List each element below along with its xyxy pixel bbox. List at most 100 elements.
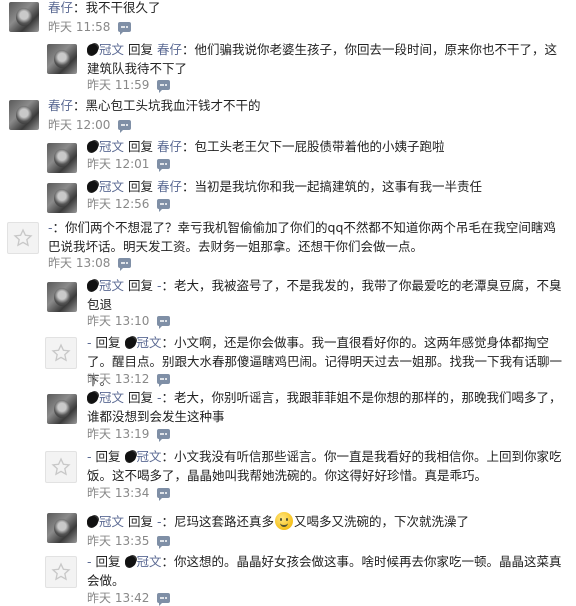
avatar[interactable]	[47, 143, 77, 173]
comment-bubble-icon[interactable]	[157, 536, 171, 549]
comment-feed: 春仔：我不干很久了 昨天 11:58 冠文 回复 春仔：他们骗我说你老婆生孩子，…	[0, 0, 576, 606]
reply-word: 回复	[128, 42, 154, 57]
timestamp: 昨天 13:08	[48, 256, 111, 270]
comment-bubble-icon[interactable]	[157, 488, 171, 501]
reply-target-name[interactable]: 春仔	[157, 139, 182, 154]
star-avatar-icon[interactable]	[45, 556, 77, 588]
author-name[interactable]: 冠文	[99, 42, 124, 57]
comment-bubble-icon[interactable]	[118, 258, 132, 271]
timestamp: 昨天 12:56	[87, 197, 150, 211]
comment-meta: 昨天 13:12	[87, 371, 171, 387]
comment-meta: 昨天 13:42	[87, 590, 171, 606]
author-name[interactable]: 冠文	[99, 278, 124, 293]
comment-meta: 昨天 11:59	[87, 77, 171, 93]
avatar[interactable]	[47, 183, 77, 213]
comment-meta: 昨天 12:56	[87, 196, 171, 212]
author-name[interactable]: -	[87, 554, 92, 569]
separator: ：	[52, 220, 66, 235]
comment-text: - 回复 冠文：小文我没有听信那些谣言。你一直是我看好的我相信你。上回到你家吃饭…	[87, 447, 566, 485]
reply-target-name[interactable]: 冠文	[137, 335, 162, 350]
reply-word: 回复	[128, 139, 154, 154]
comment-bubble-icon[interactable]	[157, 374, 171, 387]
comment-text: 春仔：黑心包工头坑我血汗钱才不干的	[48, 96, 566, 115]
timestamp: 昨天 13:12	[87, 372, 150, 386]
comment-text: 春仔：我不干很久了	[48, 0, 566, 17]
timestamp: 昨天 13:35	[87, 534, 150, 548]
timestamp: 昨天 12:01	[87, 157, 150, 171]
redaction-blot	[87, 516, 98, 527]
avatar[interactable]	[47, 394, 77, 424]
reply-word: 回复	[128, 390, 154, 405]
comment-text: 冠文 回复 春仔：包工头老王欠下一屁股债带着他的小姨子跑啦	[87, 137, 566, 156]
comment-bubble-icon[interactable]	[157, 429, 171, 442]
comment-body: 你们两个不想混了？幸亏我机智偷偷加了你们的qq不然都不知道你两个吊毛在我空间瞎鸡…	[48, 220, 556, 254]
separator: ：	[161, 335, 175, 350]
comment-bubble-icon[interactable]	[157, 80, 171, 93]
redaction-blot	[87, 392, 98, 403]
timestamp: 昨天 11:59	[87, 78, 150, 92]
comment-text: 冠文 回复 -：老大，你别听谣言，我跟菲菲姐不是你想的那样的，那晚我们喝多了，谁…	[87, 388, 566, 426]
separator: ：	[161, 449, 175, 464]
author-name[interactable]: -	[87, 335, 92, 350]
comment-body-start: 尼玛这套路还真多	[174, 514, 275, 529]
star-avatar-icon[interactable]	[45, 337, 77, 369]
author-name[interactable]: 冠文	[99, 390, 124, 405]
avatar[interactable]	[9, 100, 39, 130]
comment-text: 冠文 回复 春仔：他们骗我说你老婆生孩子，你回去一段时间，原来你也不干了，这建筑…	[87, 40, 566, 78]
comment-meta: 昨天 13:34	[87, 485, 171, 501]
author-name[interactable]: 春仔	[48, 0, 73, 15]
separator: ：	[73, 98, 86, 113]
avatar[interactable]	[47, 44, 77, 74]
star-avatar-icon[interactable]	[7, 222, 39, 254]
avatar[interactable]	[47, 282, 77, 312]
comment-bubble-icon[interactable]	[157, 159, 171, 172]
separator: ：	[182, 42, 195, 57]
redaction-blot	[124, 556, 136, 567]
comment-text: 冠文 回复 -：尼玛这套路还真多 又喝多又洗碗的，下次就洗澡了	[87, 512, 566, 531]
timestamp: 昨天 13:19	[87, 427, 150, 441]
comment-body: 黑心包工头坑我血汗钱才不干的	[85, 98, 261, 113]
separator: ：	[161, 554, 175, 569]
comment-bubble-icon[interactable]	[118, 22, 132, 35]
author-name[interactable]: 冠文	[99, 179, 124, 194]
separator: ：	[161, 278, 175, 293]
reply-word: 回复	[95, 335, 121, 350]
reply-target-name[interactable]: 春仔	[157, 179, 182, 194]
comment-meta: 昨天 12:01	[87, 156, 171, 172]
timestamp: 昨天 13:34	[87, 486, 150, 500]
reply-word: 回复	[128, 179, 154, 194]
comment-meta: 昨天 11:58	[48, 19, 132, 35]
comment-meta: 昨天 12:00	[48, 117, 132, 133]
redaction-blot	[87, 141, 98, 152]
author-name[interactable]: -	[87, 449, 92, 464]
author-name[interactable]: 冠文	[99, 514, 124, 529]
star-avatar-icon[interactable]	[45, 451, 77, 483]
redaction-blot	[124, 337, 136, 348]
separator: ：	[161, 514, 175, 529]
reply-word: 回复	[128, 514, 154, 529]
comment-meta: 昨天 13:35	[87, 533, 171, 549]
comment-meta: 昨天 13:08	[48, 255, 132, 271]
reply-target-name[interactable]: 冠文	[137, 554, 162, 569]
reply-target-name[interactable]: 冠文	[137, 449, 162, 464]
comment-text: - 回复 冠文：你这想的。晶晶好女孩会做这事。啥时候再去你家吃一顿。晶晶这菜真会…	[87, 552, 566, 590]
comment-body: 当初是我坑你和我一起搞建筑的，这事有我一半责任	[194, 179, 483, 194]
reply-target-name[interactable]: 春仔	[157, 42, 182, 57]
comment-bubble-icon[interactable]	[157, 199, 171, 212]
comment-meta: 昨天 13:19	[87, 426, 171, 442]
smiley-emoji	[275, 512, 294, 530]
separator: ：	[161, 390, 175, 405]
avatar[interactable]	[47, 513, 77, 543]
avatar[interactable]	[9, 2, 39, 32]
separator: ：	[73, 0, 86, 15]
comment-text: 冠文 回复 春仔：当初是我坑你和我一起搞建筑的，这事有我一半责任	[87, 177, 566, 196]
separator: ：	[182, 179, 195, 194]
author-name[interactable]: 春仔	[48, 98, 73, 113]
redaction-blot	[87, 280, 98, 291]
separator: ：	[182, 139, 195, 154]
comment-bubble-icon[interactable]	[118, 120, 132, 133]
author-name[interactable]: 冠文	[99, 139, 124, 154]
comment-bubble-icon[interactable]	[157, 316, 171, 329]
reply-word: 回复	[95, 554, 121, 569]
timestamp: 昨天 12:00	[48, 118, 111, 132]
